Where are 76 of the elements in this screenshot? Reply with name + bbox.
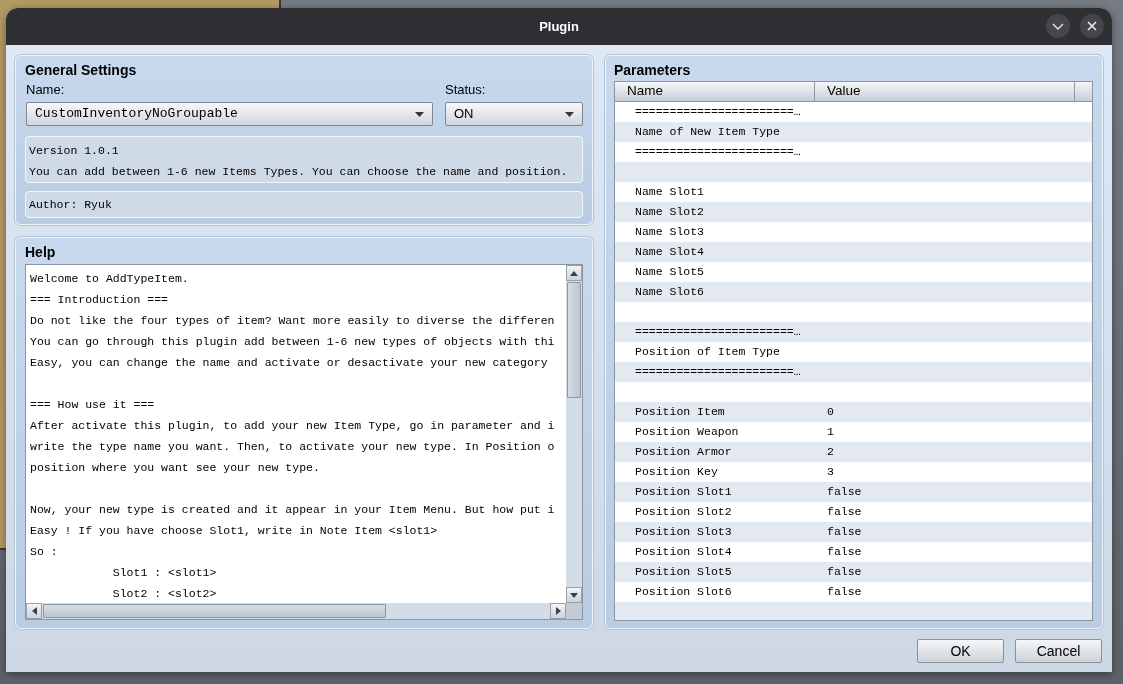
chevron-down-icon: [1052, 22, 1064, 30]
table-cell-text: false: [827, 564, 862, 581]
triangle-left-icon: [31, 607, 37, 615]
table-cell-text: Name Slot2: [635, 204, 704, 221]
name-dropdown[interactable]: CustomInventoryNoGroupable: [26, 102, 433, 126]
table-cell-text: Position Slot3: [635, 524, 732, 541]
triangle-right-icon: [555, 607, 561, 615]
table-cell-text: Position Slot1: [635, 484, 732, 501]
panel-title: Help: [25, 243, 56, 262]
table-cell-text: =======================…: [635, 104, 801, 121]
table-cell-text: Position Weapon: [635, 424, 739, 441]
table-cell-text: Name Slot6: [635, 284, 704, 301]
table-row[interactable]: Position Slot3 false: [615, 522, 1092, 542]
triangle-up-icon: [570, 270, 578, 276]
table-cell-text: =======================…: [635, 324, 801, 341]
close-icon: [1087, 21, 1097, 31]
scroll-thumb[interactable]: [43, 604, 386, 618]
status-dropdown[interactable]: ON: [445, 102, 583, 126]
table-cell-text: Position Slot4: [635, 544, 732, 561]
table-row[interactable]: Name Slot4: [615, 242, 1092, 262]
table-row[interactable]: Position Slot1 false: [615, 482, 1092, 502]
table-cell-text: Name Slot1: [635, 184, 704, 201]
triangle-down-icon: [570, 592, 578, 598]
table-cell-text: Position Key: [635, 464, 718, 481]
table-cell-text: false: [827, 524, 862, 541]
table-cell-text: Name of New Item Type: [635, 124, 780, 141]
table-cell-text: 1: [827, 424, 834, 441]
table-row[interactable]: Position Item 0: [615, 402, 1092, 422]
table-cell-text: Position Armor: [635, 444, 732, 461]
table-cell-text: Name Slot5: [635, 264, 704, 281]
table-row[interactable]: Name Slot6: [615, 282, 1092, 302]
scroll-left-button[interactable]: [26, 603, 42, 619]
table-cell-text: =======================…: [635, 144, 801, 161]
table-cell-text: Position Item: [635, 404, 725, 421]
table-row[interactable]: =======================…: [615, 322, 1092, 342]
table-cell-text: 3: [827, 464, 834, 481]
table-cell-text: false: [827, 504, 862, 521]
ok-button[interactable]: OK: [917, 639, 1004, 663]
field-label: Status:: [445, 82, 486, 98]
column-header[interactable]: Value: [815, 82, 1075, 101]
window-title: Plugin: [539, 17, 579, 36]
author-text: Author: Ryuk: [29, 196, 112, 213]
scroll-up-button[interactable]: [566, 265, 582, 281]
table-cell-text: Position of Item Type: [635, 344, 780, 361]
table-row[interactable]: Name Slot2: [615, 202, 1092, 222]
table-cell-text: =======================…: [635, 364, 801, 381]
table-row[interactable]: =======================…: [615, 362, 1092, 382]
table-cell-text: Name Slot4: [635, 244, 704, 261]
version-text: Version 1.0.1: [29, 143, 119, 159]
panel-title: Parameters: [614, 61, 691, 80]
close-button[interactable]: [1080, 14, 1104, 38]
table-cell-text: 2: [827, 444, 834, 461]
table-row[interactable]: Name of New Item Type: [615, 122, 1092, 142]
scroll-thumb[interactable]: [567, 282, 581, 398]
table-row[interactable]: Position Armor 2: [615, 442, 1092, 462]
column-header[interactable]: Name: [615, 82, 815, 101]
table-cell-text: Position Slot5: [635, 564, 732, 581]
table-cell-text: Position Slot6: [635, 584, 732, 601]
table-row[interactable]: Position Slot5 false: [615, 562, 1092, 582]
table-cell-text: false: [827, 544, 862, 561]
table-cell-text: 0: [827, 404, 834, 421]
minimize-button[interactable]: [1046, 14, 1070, 38]
table-cell-text: Name Slot3: [635, 224, 704, 241]
table-cell-text: false: [827, 584, 862, 601]
table-cell-text: false: [827, 484, 862, 501]
description-text: You can add between 1-6 new Items Types. You can choose the name and position.: [29, 164, 568, 180]
caret-icon: [565, 111, 574, 117]
cancel-button[interactable]: Cancel: [1015, 639, 1102, 663]
scroll-right-button[interactable]: [550, 603, 566, 619]
help-text: Welcome to AddTypeItem. === Introduction === Do not like the four types of item? Want more easily to diverse the differen You can go through this plugin add between 1-6 new types of objects with thi Easy, you can change the name and activate or desactivate your new category === How use it === After activate this plugin, to add your new Item Type, go in parameter and i write the type name you want. Then, to activate your new type. In Position o position where you want see your new type. Now, your new type is created and it appear in your Item Menu. But how put i Easy ! If you have choose Slot1, write in Note Item <slot1> So : Slot1 : <slot1> Slot2 : <slot2>: [30, 271, 555, 602]
table-cell-text: Position Slot2: [635, 504, 732, 521]
field-label: Name:: [26, 82, 65, 98]
scrollbar-corner: [566, 603, 582, 619]
scroll-down-button[interactable]: [566, 587, 582, 603]
caret-icon: [415, 111, 424, 117]
panel-title: General Settings: [25, 61, 137, 80]
